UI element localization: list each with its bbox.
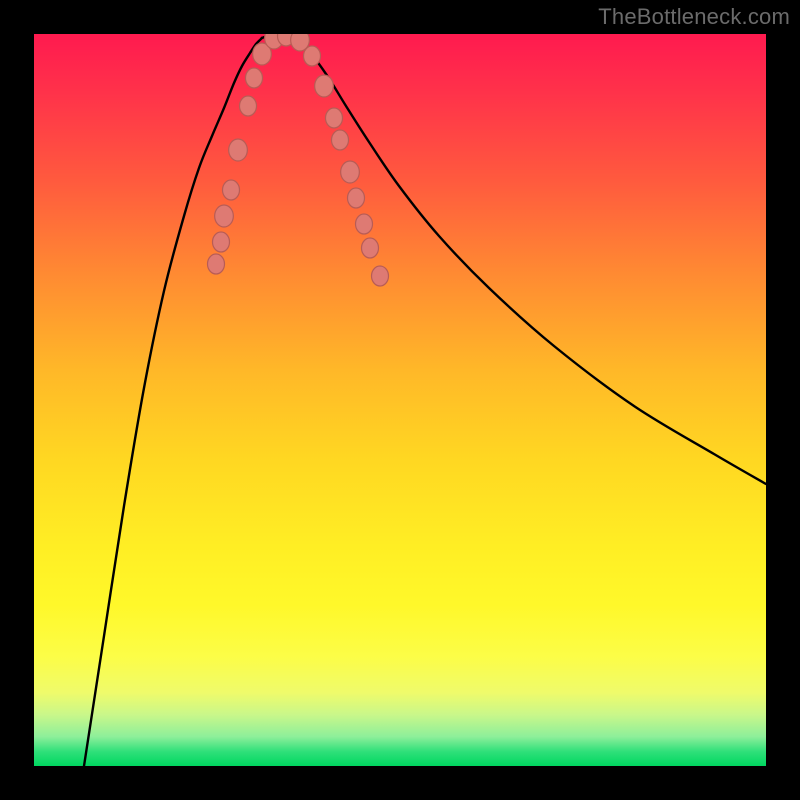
- marker-dot: [246, 68, 263, 88]
- marker-dot: [223, 180, 240, 200]
- watermark-text: TheBottleneck.com: [598, 4, 790, 30]
- marker-dot: [341, 161, 360, 183]
- marker-dot: [362, 238, 379, 258]
- marker-dot: [372, 266, 389, 286]
- marker-dot: [356, 214, 373, 234]
- marker-dot: [304, 46, 321, 66]
- marker-dot: [215, 205, 234, 227]
- marker-cluster: [208, 34, 389, 286]
- marker-dot: [229, 139, 248, 161]
- chart-stage: TheBottleneck.com: [0, 0, 800, 800]
- marker-dot: [332, 130, 349, 150]
- marker-dot: [348, 188, 365, 208]
- curve-layer: [34, 34, 766, 766]
- plot-area: [34, 34, 766, 766]
- marker-dot: [213, 232, 230, 252]
- marker-dot: [208, 254, 225, 274]
- marker-dot: [240, 96, 257, 116]
- marker-dot: [326, 108, 343, 128]
- marker-dot: [315, 75, 334, 97]
- bottleneck-curve: [84, 34, 766, 766]
